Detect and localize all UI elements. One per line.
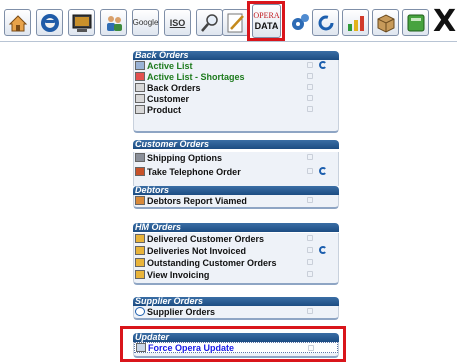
panel-title: HM Orders: [133, 223, 339, 232]
main-toolbar: Google ISO OPERA DATA X: [0, 0, 457, 42]
box-icon[interactable]: [372, 9, 399, 36]
phone-order-icon: [135, 167, 145, 176]
menu-item-label: Supplier Orders: [147, 306, 216, 317]
drag-handle-icon[interactable]: [307, 308, 313, 314]
menu-item-outstanding-customer-orders[interactable]: Outstanding Customer Orders: [134, 257, 338, 268]
menu-item-label: Deliveries Not Invoiced: [147, 245, 247, 256]
refresh-icon[interactable]: [319, 167, 327, 175]
menu-item-label: Shipping Options: [147, 152, 222, 163]
menu-item-active-list[interactable]: Active List: [134, 60, 338, 71]
terminal-icon[interactable]: [68, 9, 95, 36]
menu-item-deliveries-not-invoiced[interactable]: Deliveries Not Invoiced: [134, 245, 338, 256]
menu-item-product[interactable]: Product: [134, 104, 338, 115]
opera-data-selection-highlight: [247, 1, 285, 41]
drag-handle-icon[interactable]: [307, 73, 313, 79]
menu-item-label: View Invoicing: [147, 269, 210, 280]
list-icon: [135, 61, 145, 70]
panel-back-orders: Back Orders Active List Active List - Sh…: [133, 51, 339, 133]
menu-item-label: Debtors Report Viamed: [147, 195, 247, 206]
drag-handle-icon[interactable]: [307, 247, 313, 253]
keyboard-icon: [135, 105, 145, 114]
drag-handle-icon[interactable]: [307, 154, 313, 160]
truck-icon: [135, 153, 145, 162]
refresh-icon[interactable]: [312, 9, 339, 36]
pencil-note-icon: [135, 258, 145, 267]
book-icon[interactable]: [402, 9, 429, 36]
panel-hm-orders: HM Orders Delivered Customer Orders Deli…: [133, 223, 339, 285]
drag-handle-icon[interactable]: [307, 259, 313, 265]
home-icon[interactable]: [4, 9, 31, 36]
drag-handle-icon[interactable]: [307, 235, 313, 241]
menu-item-label: Product: [147, 104, 182, 115]
drag-handle-icon[interactable]: [307, 62, 313, 68]
keyboard-icon: [135, 83, 145, 92]
drag-handle-icon[interactable]: [307, 197, 313, 203]
menu-item-view-invoicing[interactable]: View Invoicing: [134, 269, 338, 280]
panel-debtors: Debtors Debtors Report Viamed: [133, 186, 339, 209]
drag-handle-icon[interactable]: [307, 271, 313, 277]
pencil-icon[interactable]: [222, 9, 249, 36]
close-icon[interactable]: X: [433, 6, 456, 38]
drag-handle-icon[interactable]: [307, 106, 313, 112]
iso-icon[interactable]: ISO: [164, 9, 191, 36]
report-icon: [135, 196, 145, 205]
drag-handle-icon[interactable]: [307, 84, 313, 90]
menu-item-label: Customer: [147, 93, 190, 104]
pencil-note-icon: [135, 246, 145, 255]
panel-title: Customer Orders: [133, 140, 339, 149]
menu-item-label: Delivered Customer Orders: [147, 233, 265, 244]
pencil-note-icon: [135, 270, 145, 279]
panel-supplier-orders: Supplier Orders Supplier Orders: [133, 297, 339, 320]
refresh-small-icon: [135, 307, 145, 316]
users-icon[interactable]: [100, 9, 127, 36]
drag-handle-icon[interactable]: [307, 95, 313, 101]
magnifier-icon[interactable]: [196, 9, 223, 36]
menu-item-label: Active List: [147, 60, 193, 71]
menu-item-label: Take Telephone Order: [147, 166, 241, 177]
menu-item-shipping-options[interactable]: Shipping Options: [134, 152, 338, 163]
menu-item-label: Active List - Shortages: [147, 71, 245, 82]
panel-title: Debtors: [133, 186, 339, 195]
menu-item-debtors-report-viamed[interactable]: Debtors Report Viamed: [134, 195, 338, 206]
menu-item-label: Outstanding Customer Orders: [147, 257, 277, 268]
drag-handle-icon[interactable]: [307, 168, 313, 174]
chart-icon[interactable]: [342, 9, 369, 36]
keyboard-icon: [135, 94, 145, 103]
menu-item-supplier-orders[interactable]: Supplier Orders: [134, 306, 338, 317]
google-label: Google: [132, 17, 159, 27]
google-maps-icon[interactable]: Google: [132, 9, 159, 36]
menu-item-delivered-customer-orders[interactable]: Delivered Customer Orders: [134, 233, 338, 244]
warning-list-icon: [135, 72, 145, 81]
panel-title: Supplier Orders: [133, 297, 339, 306]
gears-icon[interactable]: [286, 9, 313, 36]
menu-item-take-telephone-order[interactable]: Take Telephone Order: [134, 166, 338, 177]
pencil-note-icon: [135, 234, 145, 243]
panel-title: Back Orders: [133, 51, 339, 60]
menu-item-label: Back Orders: [147, 82, 201, 93]
menu-item-back-orders[interactable]: Back Orders: [134, 82, 338, 93]
telephone-icon[interactable]: [36, 9, 63, 36]
refresh-icon[interactable]: [319, 61, 327, 69]
updater-selection-highlight: [120, 326, 346, 362]
menu-item-active-list-shortages[interactable]: Active List - Shortages: [134, 71, 338, 82]
refresh-icon[interactable]: [319, 246, 327, 254]
iso-label: ISO: [169, 17, 186, 28]
panel-customer-orders: Customer Orders Shipping Options Take Te…: [133, 140, 339, 189]
menu-item-customer[interactable]: Customer: [134, 93, 338, 104]
